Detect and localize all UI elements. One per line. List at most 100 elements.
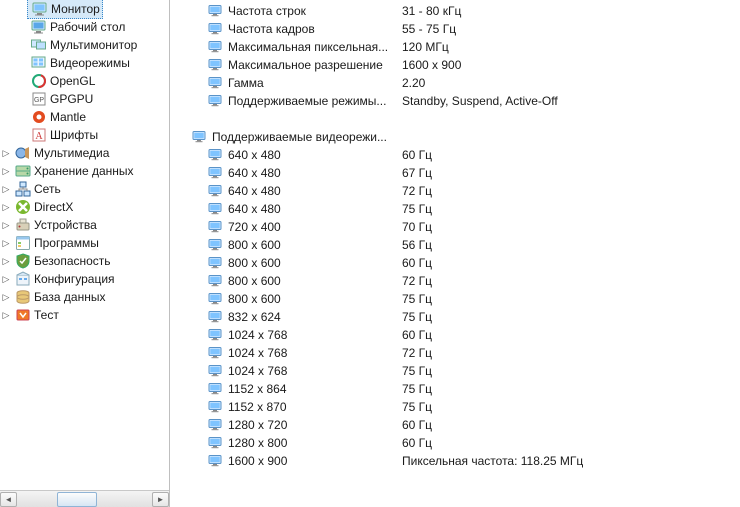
tree-item-devices[interactable]: ▷ Устройства xyxy=(0,216,169,234)
expander-icon[interactable]: ▷ xyxy=(0,201,12,213)
scroll-left-button[interactable]: ◄ xyxy=(0,492,17,507)
tree-item-programs[interactable]: ▷ Программы xyxy=(0,234,169,252)
tree-item-label: Тест xyxy=(34,306,59,324)
video-mode-row[interactable]: 1600 x 900Пиксельная частота: 118.25 МГц xyxy=(170,452,740,470)
property-row[interactable]: Частота кадров55 - 75 Гц xyxy=(170,20,740,38)
mode-refresh: 70 Гц xyxy=(402,220,432,234)
config-icon xyxy=(15,271,31,287)
monitor-icon xyxy=(208,327,224,343)
video-mode-row[interactable]: 640 x 48072 Гц xyxy=(170,182,740,200)
video-mode-row[interactable]: 800 x 60060 Гц xyxy=(170,254,740,272)
section-label: Поддерживаемые видеорежи... xyxy=(212,130,402,144)
mode-resolution: 640 x 480 xyxy=(228,184,402,198)
expander-icon[interactable]: ▷ xyxy=(0,147,12,159)
video-mode-row[interactable]: 800 x 60072 Гц xyxy=(170,272,740,290)
video-mode-row[interactable]: 640 x 48075 Гц xyxy=(170,200,740,218)
tree-item-monitor[interactable]: Монитор xyxy=(0,0,169,18)
mode-resolution: 1280 x 720 xyxy=(228,418,402,432)
tree-item-label: Устройства xyxy=(34,216,97,234)
mode-refresh: 75 Гц xyxy=(402,382,432,396)
mode-resolution: 1152 x 870 xyxy=(228,400,402,414)
network-icon xyxy=(15,181,31,197)
tree-item-label: Рабочий стол xyxy=(50,18,125,36)
devices-icon xyxy=(15,217,31,233)
tree-item-config[interactable]: ▷ Конфигурация xyxy=(0,270,169,288)
tree-item-label: База данных xyxy=(34,288,105,306)
expander-icon[interactable]: ▷ xyxy=(0,309,12,321)
test-icon xyxy=(15,307,31,323)
expander-icon[interactable]: ▷ xyxy=(0,255,12,267)
tree-item-mantle[interactable]: Mantle xyxy=(0,108,169,126)
tree-item-multimonitor[interactable]: Мультимонитор xyxy=(0,36,169,54)
video-mode-row[interactable]: 832 x 62475 Гц xyxy=(170,308,740,326)
scroll-right-button[interactable]: ► xyxy=(152,492,169,507)
video-mode-row[interactable]: 1024 x 76875 Гц xyxy=(170,362,740,380)
video-mode-row[interactable]: 640 x 48067 Гц xyxy=(170,164,740,182)
video-mode-row[interactable]: 1024 x 76872 Гц xyxy=(170,344,740,362)
tree[interactable]: МониторРабочий столМультимониторВидеореж… xyxy=(0,0,169,490)
video-mode-row[interactable]: 1152 x 87075 Гц xyxy=(170,398,740,416)
tree-item-multimedia[interactable]: ▷ Мультимедиа xyxy=(0,144,169,162)
mode-resolution: 832 x 624 xyxy=(228,310,402,324)
expander-icon[interactable]: ▷ xyxy=(0,219,12,231)
tree-item-network[interactable]: ▷Сеть xyxy=(0,180,169,198)
mode-refresh: 60 Гц xyxy=(402,148,432,162)
tree-item-videomodes[interactable]: Видеорежимы xyxy=(0,54,169,72)
mode-resolution: 800 x 600 xyxy=(228,274,402,288)
tree-item-opengl[interactable]: OpenGL xyxy=(0,72,169,90)
mode-refresh: 75 Гц xyxy=(402,202,432,216)
mantle-icon xyxy=(31,109,47,125)
tree-item-directx[interactable]: ▷DirectX xyxy=(0,198,169,216)
property-row[interactable]: Максимальная пиксельная...120 МГц xyxy=(170,38,740,56)
expander-icon[interactable]: ▷ xyxy=(0,165,12,177)
directx-icon xyxy=(15,199,31,215)
mode-resolution: 1600 x 900 xyxy=(228,454,402,468)
monitor-icon xyxy=(208,183,224,199)
expander-icon[interactable]: ▷ xyxy=(0,237,12,249)
mode-refresh: 56 Гц xyxy=(402,238,432,252)
video-mode-row[interactable]: 720 x 40070 Гц xyxy=(170,218,740,236)
mode-refresh: 72 Гц xyxy=(402,184,432,198)
tree-item-fonts[interactable]: AШрифты xyxy=(0,126,169,144)
video-mode-row[interactable]: 1280 x 80060 Гц xyxy=(170,434,740,452)
mode-resolution: 1280 x 800 xyxy=(228,436,402,450)
mode-resolution: 1024 x 768 xyxy=(228,328,402,342)
expander-icon[interactable]: ▷ xyxy=(0,291,12,303)
monitor-icon xyxy=(208,453,224,469)
monitor-icon xyxy=(208,291,224,307)
tree-item-label: Программы xyxy=(34,234,99,252)
horizontal-scrollbar[interactable]: ◄ ► xyxy=(0,490,169,507)
property-row[interactable]: Максимальное разрешение1600 x 900 xyxy=(170,56,740,74)
expander-icon[interactable]: ▷ xyxy=(0,183,12,195)
video-mode-row[interactable]: 1280 x 72060 Гц xyxy=(170,416,740,434)
video-modes-section[interactable]: Поддерживаемые видеорежи... xyxy=(170,128,740,146)
tree-item-label: Конфигурация xyxy=(34,270,115,288)
mode-refresh: 72 Гц xyxy=(402,346,432,360)
tree-item-security[interactable]: ▷Безопасность xyxy=(0,252,169,270)
mode-refresh: 75 Гц xyxy=(402,310,432,324)
property-row[interactable]: Частота строк31 - 80 кГц xyxy=(170,2,740,20)
video-mode-row[interactable]: 800 x 60075 Гц xyxy=(170,290,740,308)
video-mode-row[interactable]: 1152 x 86475 Гц xyxy=(170,380,740,398)
property-row[interactable]: Гамма2.20 xyxy=(170,74,740,92)
expander-icon xyxy=(16,129,28,141)
video-mode-row[interactable]: 1024 x 76860 Гц xyxy=(170,326,740,344)
tree-item-test[interactable]: ▷ Тест xyxy=(0,306,169,324)
monitor-icon xyxy=(208,147,224,163)
video-mode-row[interactable]: 640 x 48060 Гц xyxy=(170,146,740,164)
tree-item-gpgpu[interactable]: GPGPGPU xyxy=(0,90,169,108)
property-value: Standby, Suspend, Active-Off xyxy=(402,94,558,108)
scroll-thumb[interactable] xyxy=(57,492,97,507)
tree-item-storage[interactable]: ▷Хранение данных xyxy=(0,162,169,180)
tree-item-label: Шрифты xyxy=(50,126,98,144)
monitor-icon xyxy=(208,381,224,397)
tree-item-desktop[interactable]: Рабочий стол xyxy=(0,18,169,36)
tree-item-label: Мультимедиа xyxy=(34,144,109,162)
fonts-icon: A xyxy=(31,127,47,143)
monitor-icon xyxy=(208,3,224,19)
expander-icon[interactable]: ▷ xyxy=(0,273,12,285)
expander-icon xyxy=(16,93,28,105)
property-row[interactable]: Поддерживаемые режимы...Standby, Suspend… xyxy=(170,92,740,110)
tree-item-database[interactable]: ▷ База данных xyxy=(0,288,169,306)
video-mode-row[interactable]: 800 x 60056 Гц xyxy=(170,236,740,254)
